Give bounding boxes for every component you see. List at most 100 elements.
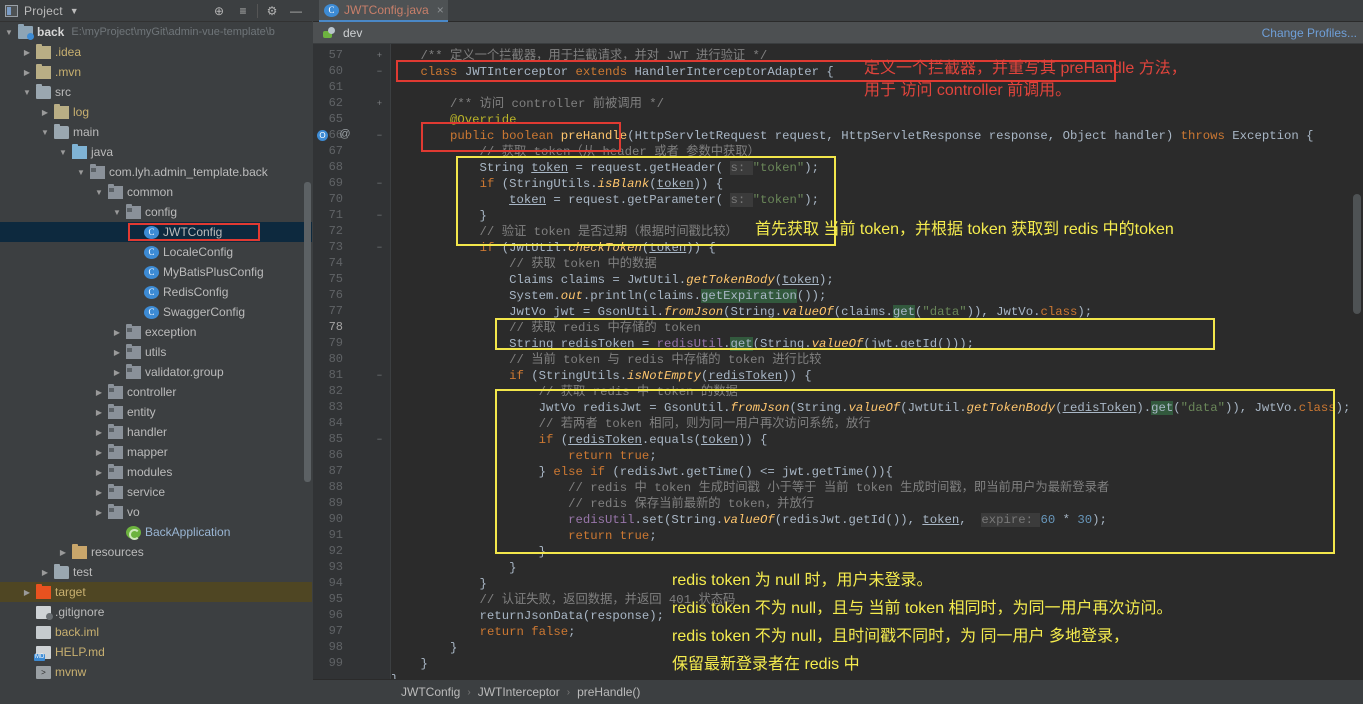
line-number: 98 <box>328 640 343 654</box>
override-marker-icon[interactable]: O <box>317 130 328 141</box>
tree-item-vo[interactable]: vo <box>0 502 312 522</box>
code-fold-icon[interactable]: − <box>375 371 384 381</box>
chevron-down-icon[interactable] <box>112 208 122 217</box>
tree-item-handler[interactable]: handler <box>0 422 312 442</box>
project-toolwindow-title[interactable]: Project <box>24 4 63 18</box>
folder-pkg-icon <box>108 483 123 499</box>
editor-tab-jwtconfig[interactable]: C JWTConfig.java × <box>319 0 448 22</box>
tree-item-utils[interactable]: utils <box>0 342 312 362</box>
chevron-right-icon[interactable] <box>112 348 122 357</box>
tree-item-main[interactable]: main <box>0 122 312 142</box>
tree-item-entity[interactable]: entity <box>0 402 312 422</box>
tree-item-src[interactable]: src <box>0 82 312 102</box>
annotation-marker-icon[interactable]: @ <box>339 128 351 140</box>
tree-item-label: vo <box>127 505 140 519</box>
code-line: // 获取 redis 中存储的 token <box>391 321 701 335</box>
class-icon: C <box>144 225 159 239</box>
locate-icon[interactable]: ⊕ <box>207 0 231 22</box>
tree-item-help-md[interactable]: HELP.md <box>0 642 312 662</box>
editor-gutter[interactable]: 57 +60−61 62 +65 66− O @67 68 69−70 71−72 73−74 75 7… <box>313 44 391 679</box>
tree-item-java[interactable]: java <box>0 142 312 162</box>
chevron-down-icon[interactable]: ▼ <box>70 6 79 16</box>
chevron-right-icon[interactable] <box>94 468 104 477</box>
tree-item-config[interactable]: config <box>0 202 312 222</box>
tree-item-redisconfig[interactable]: C RedisConfig <box>0 282 312 302</box>
tree-item-resources[interactable]: resources <box>0 542 312 562</box>
chevron-right-icon[interactable] <box>94 448 104 457</box>
tree-item--idea[interactable]: .idea <box>0 42 312 62</box>
chevron-down-icon[interactable] <box>58 148 68 157</box>
close-icon[interactable]: × <box>437 3 444 17</box>
chevron-right-icon[interactable] <box>94 388 104 397</box>
breadcrumb-item-1[interactable]: JWTInterceptor <box>478 685 560 699</box>
chevron-down-icon[interactable] <box>4 28 14 37</box>
tree-item-modules[interactable]: modules <box>0 462 312 482</box>
breadcrumb-item-2[interactable]: preHandle() <box>577 685 640 699</box>
tree-item-swaggerconfig[interactable]: C SwaggerConfig <box>0 302 312 322</box>
tree-item-log[interactable]: log <box>0 102 312 122</box>
tree-item--mvn[interactable]: .mvn <box>0 62 312 82</box>
chevron-down-icon[interactable] <box>22 88 32 97</box>
tree-item-common[interactable]: common <box>0 182 312 202</box>
tree-item-mapper[interactable]: mapper <box>0 442 312 462</box>
gear-icon[interactable]: ⚙ <box>260 0 284 22</box>
tree-item-back[interactable]: back E:\myProject\myGit\admin-vue-templat… <box>0 22 312 42</box>
code-fold-icon[interactable]: − <box>375 243 384 253</box>
code-line: token = request.getParameter( s: "token"… <box>509 193 820 207</box>
chevron-right-icon[interactable] <box>58 548 68 557</box>
chevron-down-icon[interactable] <box>76 168 86 177</box>
code-line: class JWTInterceptor extends HandlerInte… <box>420 65 834 79</box>
tree-item-label: HELP.md <box>55 645 105 659</box>
chevron-right-icon[interactable] <box>94 428 104 437</box>
tree-item-exception[interactable]: exception <box>0 322 312 342</box>
tree-item-back-iml[interactable]: back.iml <box>0 622 312 642</box>
hide-window-icon[interactable]: — <box>284 0 308 22</box>
chevron-right-icon[interactable] <box>22 588 32 597</box>
tree-item--gitignore[interactable]: .gitignore <box>0 602 312 622</box>
breadcrumb-item-0[interactable]: JWTConfig <box>401 685 460 699</box>
code-fold-icon[interactable]: − <box>375 67 384 77</box>
file-sh-icon: > <box>36 665 51 679</box>
chevron-right-icon[interactable] <box>40 568 50 577</box>
chevron-right-icon[interactable] <box>94 508 104 517</box>
chevron-right-icon[interactable] <box>40 108 50 117</box>
project-tree[interactable]: back E:\myProject\myGit\admin-vue-templat… <box>0 22 312 704</box>
tree-item-validator-group[interactable]: validator.group <box>0 362 312 382</box>
chevron-down-icon[interactable] <box>94 188 104 197</box>
tree-item-jwtconfig[interactable]: C JWTConfig <box>0 222 312 242</box>
tree-item-localeconfig[interactable]: C LocaleConfig <box>0 242 312 262</box>
tree-item-backapplication[interactable]: BackApplication <box>0 522 312 542</box>
collapse-all-icon[interactable]: ≡ <box>231 0 255 22</box>
chevron-right-icon[interactable] <box>112 368 122 377</box>
code-line: } else if (redisJwt.getTime() <= jwt.get… <box>391 465 893 479</box>
code-fold-icon[interactable]: − <box>375 211 384 221</box>
tree-item-target[interactable]: target <box>0 582 312 602</box>
folder-pkg-icon <box>126 203 141 219</box>
line-number: 94 <box>328 576 343 590</box>
change-profiles-link[interactable]: Change Profiles... <box>1262 26 1357 40</box>
chevron-right-icon[interactable] <box>112 328 122 337</box>
chevron-right-icon[interactable] <box>22 68 32 77</box>
code-fold-icon[interactable]: − <box>375 131 384 141</box>
chevron-down-icon[interactable] <box>40 128 50 137</box>
scrollbar-thumb[interactable] <box>1353 194 1361 314</box>
code-fold-icon[interactable]: + <box>375 99 384 109</box>
tree-item-label: RedisConfig <box>163 285 229 299</box>
code-fold-icon[interactable]: − <box>375 179 384 189</box>
folder-res-icon <box>72 543 87 559</box>
line-number: 92 <box>328 544 343 558</box>
tree-item-com-lyh-admin-template-back[interactable]: com.lyh.admin_template.back <box>0 162 312 182</box>
tree-item-service[interactable]: service <box>0 482 312 502</box>
editor-vertical-scrollbar[interactable] <box>1351 44 1363 679</box>
chevron-right-icon[interactable] <box>94 488 104 497</box>
code-fold-icon[interactable]: − <box>375 435 384 445</box>
toolbar-divider <box>257 4 258 18</box>
tree-item-mybatisplusconfig[interactable]: C MyBatisPlusConfig <box>0 262 312 282</box>
tree-vertical-scrollbar[interactable] <box>304 182 311 482</box>
code-fold-icon[interactable]: + <box>375 51 384 61</box>
chevron-right-icon[interactable] <box>94 408 104 417</box>
tree-item-controller[interactable]: controller <box>0 382 312 402</box>
chevron-right-icon[interactable] <box>22 48 32 57</box>
tree-item-test[interactable]: test <box>0 562 312 582</box>
spring-icon <box>126 525 141 540</box>
